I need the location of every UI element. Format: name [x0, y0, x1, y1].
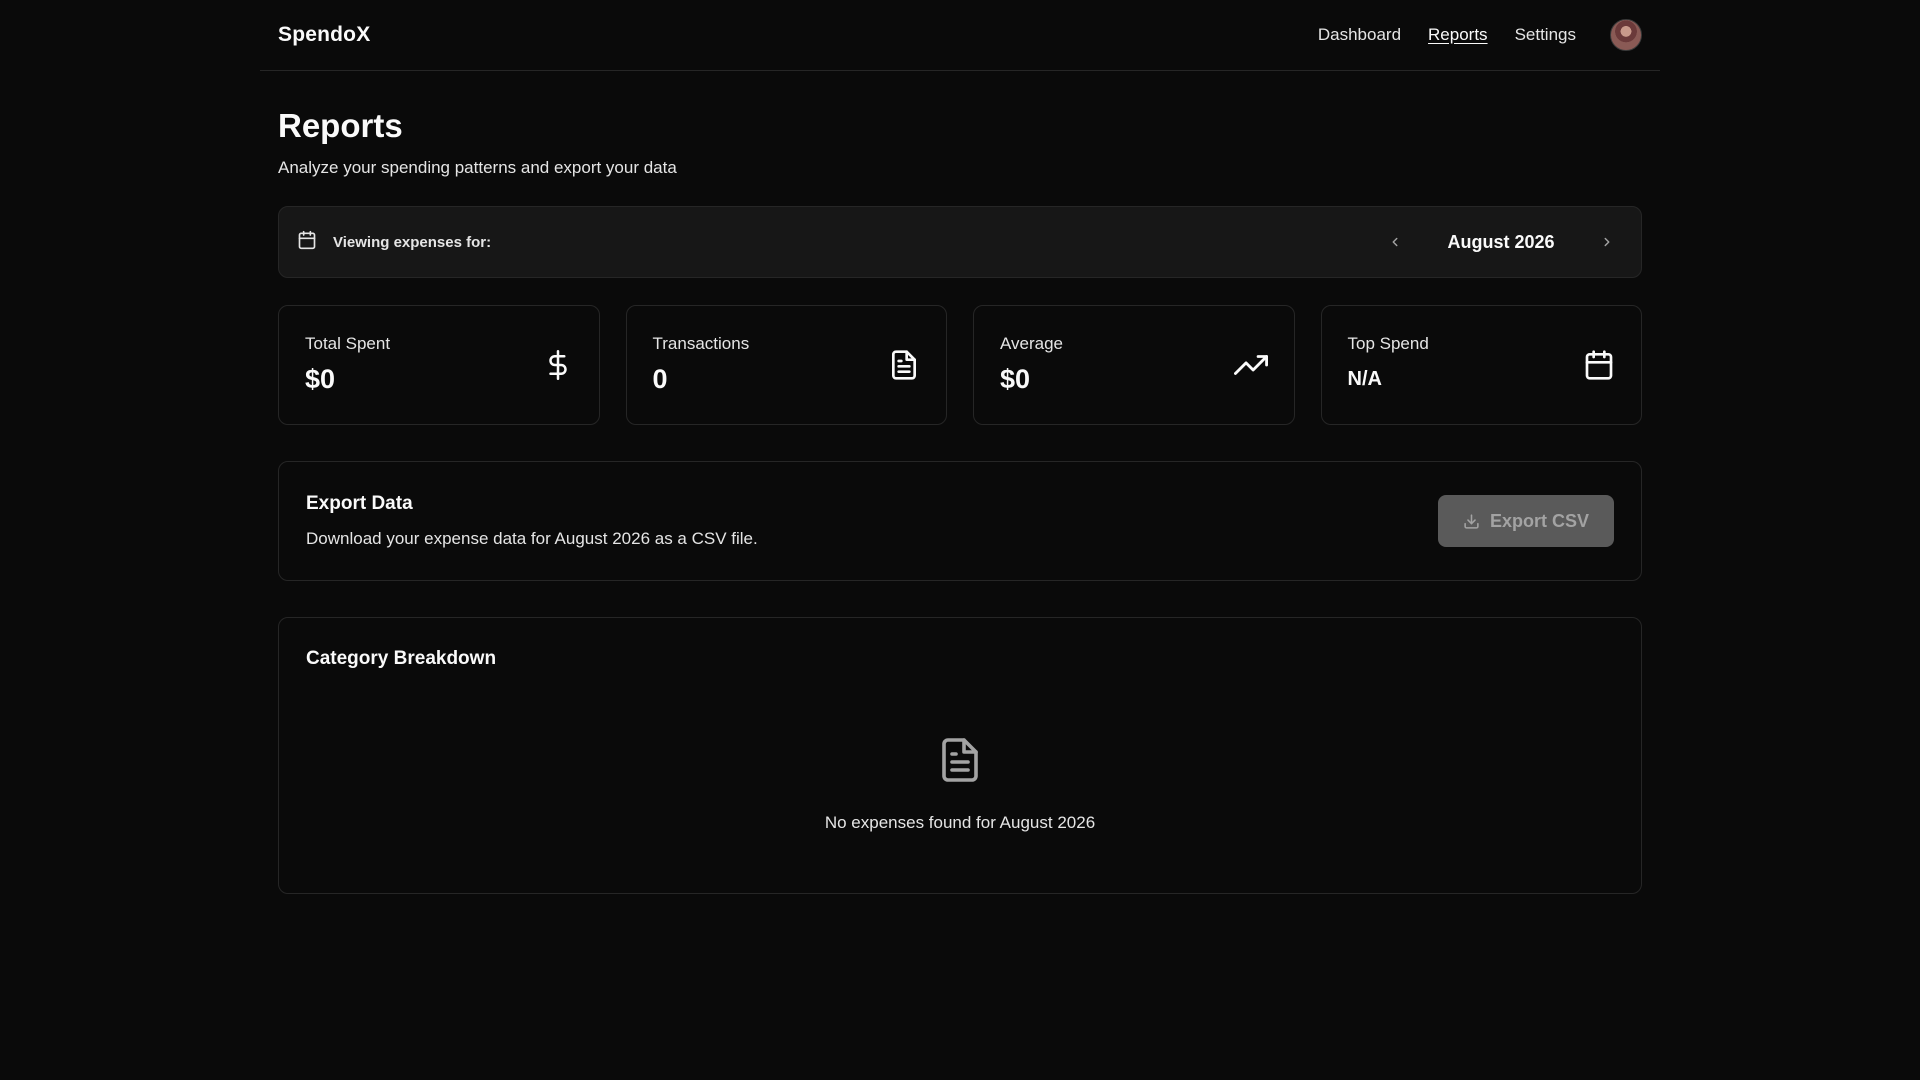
main-content: Reports Analyze your spending patterns a…: [260, 107, 1660, 894]
page-title: Reports: [278, 107, 403, 144]
page-subtitle: Analyze your spending patterns and expor…: [278, 158, 677, 177]
stat-value: $0: [1000, 364, 1031, 394]
month-selector: Viewing expenses for: August 2026: [278, 206, 1642, 278]
document-icon: [888, 348, 920, 424]
brand-logo[interactable]: SpendoX: [278, 23, 370, 47]
stat-label: Average: [1000, 334, 1064, 353]
nav-reports[interactable]: Reports: [1428, 25, 1488, 45]
category-breakdown-card: Category Breakdown No expenses found for…: [278, 617, 1642, 894]
stats-row: Total Spent $0 Transactions 0 Average $0…: [278, 305, 1642, 425]
month-selector-label: Viewing expenses for:: [333, 233, 492, 251]
main-nav: Dashboard Reports Settings: [1291, 19, 1642, 51]
app-container: SpendoX Dashboard Reports Settings Repor…: [260, 0, 1660, 894]
stat-card-transactions: Transactions 0: [625, 305, 947, 425]
stat-value: 0: [652, 364, 668, 394]
export-csv-button[interactable]: Export CSV: [1438, 495, 1614, 547]
stat-card-average: Average $0: [973, 305, 1295, 425]
month-selector-label-group: Viewing expenses for:: [297, 230, 491, 255]
month-navigation: August 2026: [1379, 226, 1623, 258]
calendar-icon: [1583, 348, 1615, 424]
previous-month-button[interactable]: [1379, 226, 1411, 258]
calendar-icon: [297, 230, 317, 255]
category-title: Category Breakdown: [306, 648, 497, 669]
chevron-left-icon: [1392, 237, 1398, 247]
stat-label: Top Spend: [1347, 334, 1429, 353]
stat-card-total-spent: Total Spent $0: [278, 305, 600, 425]
export-title: Export Data: [306, 493, 413, 514]
export-description: Download your expense data for August 20…: [306, 529, 758, 548]
empty-state: No expenses found for August 2026: [306, 734, 1614, 833]
dollar-icon: [543, 348, 573, 424]
stat-value: $0: [305, 364, 336, 394]
export-csv-label: Export CSV: [1489, 510, 1590, 531]
export-data-card: Export Data Download your expense data f…: [278, 461, 1642, 581]
stat-value: N/A: [1347, 368, 1382, 390]
document-icon: [936, 734, 984, 791]
stat-card-top-spend: Top Spend N/A: [1320, 305, 1642, 425]
user-avatar[interactable]: [1610, 19, 1642, 51]
download-icon: [1464, 513, 1479, 529]
next-month-button[interactable]: [1591, 226, 1623, 258]
stat-label: Transactions: [652, 334, 750, 353]
nav-dashboard[interactable]: Dashboard: [1318, 25, 1401, 45]
chevron-right-icon: [1604, 237, 1610, 247]
stat-label: Total Spent: [305, 334, 391, 353]
nav-settings[interactable]: Settings: [1515, 25, 1576, 45]
empty-state-text: No expenses found for August 2026: [824, 813, 1096, 832]
top-navbar: SpendoX Dashboard Reports Settings: [260, 0, 1660, 71]
current-month: August 2026: [1447, 231, 1555, 252]
trending-up-icon: [1233, 348, 1268, 424]
